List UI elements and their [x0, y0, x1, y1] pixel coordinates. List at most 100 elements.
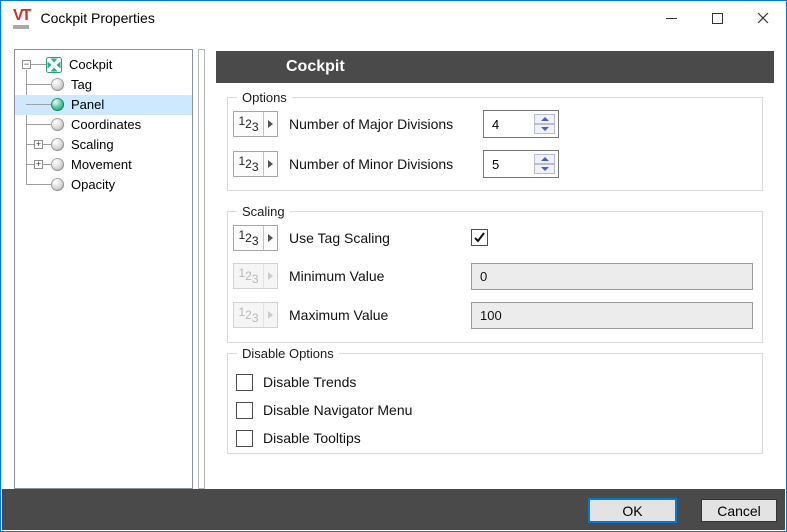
major-divisions-type-button[interactable]: 123 — [233, 111, 278, 137]
tree-item-panel[interactable]: Panel — [15, 95, 192, 115]
minimize-icon — [665, 17, 677, 19]
disable-trends-checkbox[interactable] — [236, 374, 253, 391]
tree-item-label: Panel — [71, 97, 105, 112]
disable-options-group-label: Disable Options — [237, 346, 339, 361]
tree-item-cockpit[interactable]: − Cockpit — [15, 55, 192, 75]
disable-trends-label: Disable Trends — [263, 374, 357, 390]
disable-navigator-menu-checkbox[interactable] — [236, 402, 253, 419]
tree-item-tag[interactable]: Tag — [15, 75, 192, 95]
sphere-icon — [51, 78, 64, 91]
cockpit-widget-icon — [46, 57, 62, 73]
minimum-value-type-button: 123 — [233, 263, 278, 289]
tree-item-coordinates[interactable]: Coordinates — [15, 115, 192, 135]
titlebar: VT Cockpit Properties — [1, 1, 786, 35]
property-tree-panel: − Cockpit Tag Panel Coordinates + Scalin… — [14, 49, 193, 489]
major-divisions-input[interactable] — [484, 111, 530, 137]
tree-item-label: Tag — [71, 77, 92, 92]
maximize-icon — [711, 12, 723, 24]
caption-buttons — [648, 1, 786, 35]
cancel-button[interactable]: Cancel — [701, 499, 777, 522]
panel-splitter[interactable] — [198, 49, 205, 489]
scaling-group-label: Scaling — [237, 204, 290, 219]
tree-connector — [31, 64, 46, 65]
down-arrow-icon — [540, 167, 549, 171]
close-button[interactable] — [740, 1, 786, 35]
tree-item-label: Scaling — [71, 137, 114, 152]
page-title: Cockpit — [286, 58, 345, 75]
maximum-value-field — [471, 302, 753, 329]
tree-connector — [26, 184, 51, 185]
sphere-icon — [51, 138, 64, 151]
down-arrow-icon — [540, 127, 549, 131]
tree-connector — [26, 84, 51, 85]
numeric-type-icon: 123 — [234, 112, 264, 136]
sphere-icon — [51, 158, 64, 171]
numeric-type-icon: 123 — [234, 226, 264, 250]
tree-connector — [26, 124, 51, 125]
expression-arrow-icon — [264, 112, 277, 136]
spin-up-button[interactable] — [534, 114, 555, 124]
major-divisions-label: Number of Major Divisions — [289, 116, 454, 132]
app-logo-icon: VT — [13, 6, 32, 29]
expression-arrow-icon — [264, 152, 277, 176]
logo-text: VT — [13, 6, 32, 24]
minimum-value-field — [471, 263, 753, 290]
minor-divisions-spinner — [483, 150, 559, 178]
scaling-group: Scaling 123 Use Tag Scaling 123 Minimum … — [227, 204, 763, 343]
up-arrow-icon — [540, 117, 549, 121]
tree-item-scaling[interactable]: + Scaling — [15, 135, 192, 155]
expression-arrow-icon — [264, 226, 277, 250]
spin-down-button[interactable] — [534, 164, 555, 174]
sphere-icon — [51, 118, 64, 131]
disable-tooltips-label: Disable Tooltips — [263, 430, 361, 446]
logo-underline — [13, 24, 29, 29]
numeric-type-icon: 123 — [234, 152, 264, 176]
spin-down-button[interactable] — [534, 124, 555, 134]
dialog-window: VT Cockpit Properties − Cockpit Tag Pane… — [0, 0, 787, 532]
maximize-button[interactable] — [694, 1, 740, 35]
tree-connector — [26, 104, 51, 105]
minor-divisions-type-button[interactable]: 123 — [233, 151, 278, 177]
minimum-value-input — [472, 264, 752, 289]
expression-arrow-icon — [264, 303, 277, 327]
minimize-button[interactable] — [648, 1, 694, 35]
sphere-icon — [51, 178, 64, 191]
expand-expander-icon[interactable]: + — [34, 160, 43, 169]
collapse-expander-icon[interactable]: − — [22, 60, 31, 69]
major-divisions-spinner — [483, 110, 559, 138]
property-tree: − Cockpit Tag Panel Coordinates + Scalin… — [15, 50, 192, 488]
up-arrow-icon — [540, 157, 549, 161]
tree-item-label: Cockpit — [69, 57, 113, 72]
options-group-label: Options — [237, 90, 292, 105]
disable-navigator-menu-label: Disable Navigator Menu — [263, 402, 413, 418]
tree-item-opacity[interactable]: Opacity — [15, 175, 192, 195]
maximum-value-input — [472, 303, 752, 328]
expression-arrow-icon — [264, 264, 277, 288]
tree-item-label: Opacity — [71, 177, 116, 192]
numeric-type-icon: 123 — [234, 264, 264, 288]
use-tag-scaling-checkbox[interactable] — [471, 229, 488, 246]
ok-button[interactable]: OK — [588, 498, 677, 523]
options-group: Options 123 Number of Major Divisions 12… — [227, 90, 763, 191]
disable-tooltips-checkbox[interactable] — [236, 430, 253, 447]
content-header: Cockpit — [216, 51, 774, 83]
maximum-value-type-button: 123 — [233, 302, 278, 328]
spin-up-button[interactable] — [534, 154, 555, 164]
checkmark-icon — [474, 232, 485, 243]
close-icon — [757, 12, 769, 24]
maximum-value-label: Maximum Value — [289, 307, 389, 323]
numeric-type-icon: 123 — [234, 303, 264, 327]
disable-options-group: Disable Options Disable Trends Disable N… — [227, 346, 763, 454]
footer-bar: OK Cancel — [2, 489, 785, 530]
minor-divisions-label: Number of Minor Divisions — [289, 156, 454, 172]
minimum-value-label: Minimum Value — [289, 268, 385, 284]
tree-item-label: Movement — [71, 157, 132, 172]
expand-expander-icon[interactable]: + — [34, 140, 43, 149]
use-tag-scaling-type-button[interactable]: 123 — [233, 225, 278, 251]
use-tag-scaling-label: Use Tag Scaling — [289, 230, 390, 246]
minor-divisions-input[interactable] — [484, 151, 530, 177]
sphere-icon-green — [51, 98, 64, 111]
window-title: Cockpit Properties — [40, 10, 155, 26]
tree-item-label: Coordinates — [71, 117, 142, 132]
tree-item-movement[interactable]: + Movement — [15, 155, 192, 175]
